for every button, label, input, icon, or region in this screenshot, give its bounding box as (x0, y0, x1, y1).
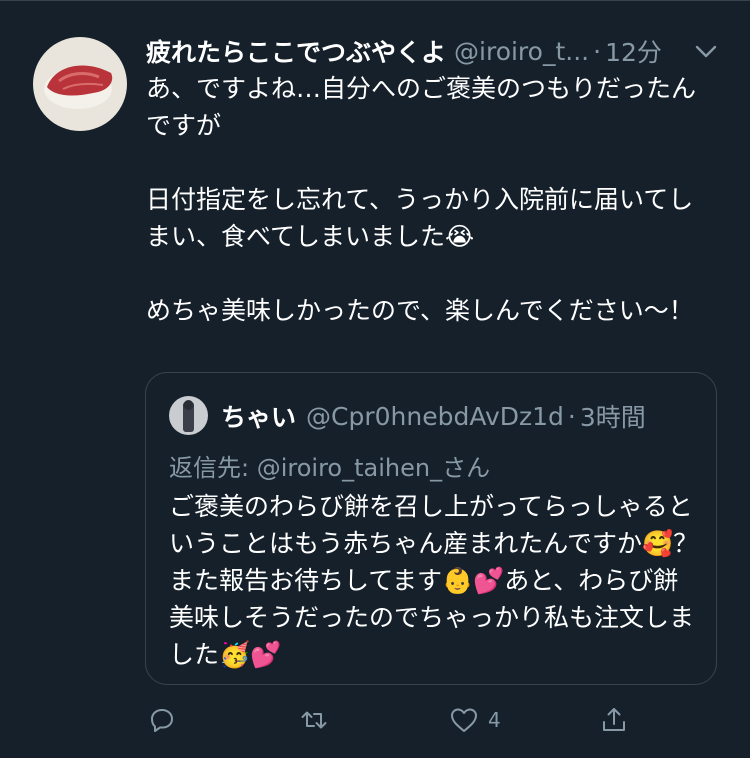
like-icon (451, 708, 477, 732)
like-count: 4 (488, 708, 501, 732)
display-name[interactable]: 疲れたらここでつぶやくよ (146, 33, 446, 69)
tweet-header: 疲れたらここでつぶやくよ @iroiro_t... · 12分 (146, 33, 746, 69)
share-icon (603, 708, 625, 731)
quote-handle[interactable]: @Cpr0hnebdAvDz1d (306, 402, 564, 431)
quoted-tweet[interactable]: ちゃい @Cpr0hnebdAvDz1d · 3時間 返信先: @iroiro_… (145, 372, 717, 685)
avatar-image (33, 37, 127, 131)
action-bar: 4 (146, 700, 746, 740)
reply-icon (151, 709, 173, 732)
quote-header: ちゃい @Cpr0hnebdAvDz1d · 3時間 (221, 396, 646, 436)
reply-button[interactable] (146, 700, 178, 740)
retweet-icon (301, 711, 327, 729)
tweet-text: あ、ですよね…自分へのご褒美のつもりだったんですが 日付指定をし忘れて、うっかり… (146, 74, 697, 325)
share-button[interactable] (598, 700, 630, 740)
chevron-down-icon[interactable] (693, 38, 719, 64)
handle[interactable]: @iroiro_t... (454, 37, 589, 66)
quote-text: ご褒美のわらび餅を召し上がってらっしゃるということはもう赤ちゃん産まれたんですか… (169, 492, 699, 669)
quote-avatar-image (169, 396, 208, 435)
quote-timestamp[interactable]: 3時間 (580, 398, 646, 434)
quote-avatar[interactable] (169, 396, 208, 435)
avatar[interactable] (33, 37, 127, 131)
top-divider (0, 0, 750, 1)
quote-separator-dot: · (567, 401, 576, 431)
quote-display-name[interactable]: ちゃい (221, 398, 296, 434)
separator-dot: · (593, 36, 602, 66)
like-button[interactable]: 4 (448, 700, 501, 740)
reply-to-label: 返信先: @iroiro_taihen_さん (169, 454, 491, 482)
timestamp[interactable]: 12分 (605, 33, 662, 69)
retweet-button[interactable] (298, 700, 330, 740)
